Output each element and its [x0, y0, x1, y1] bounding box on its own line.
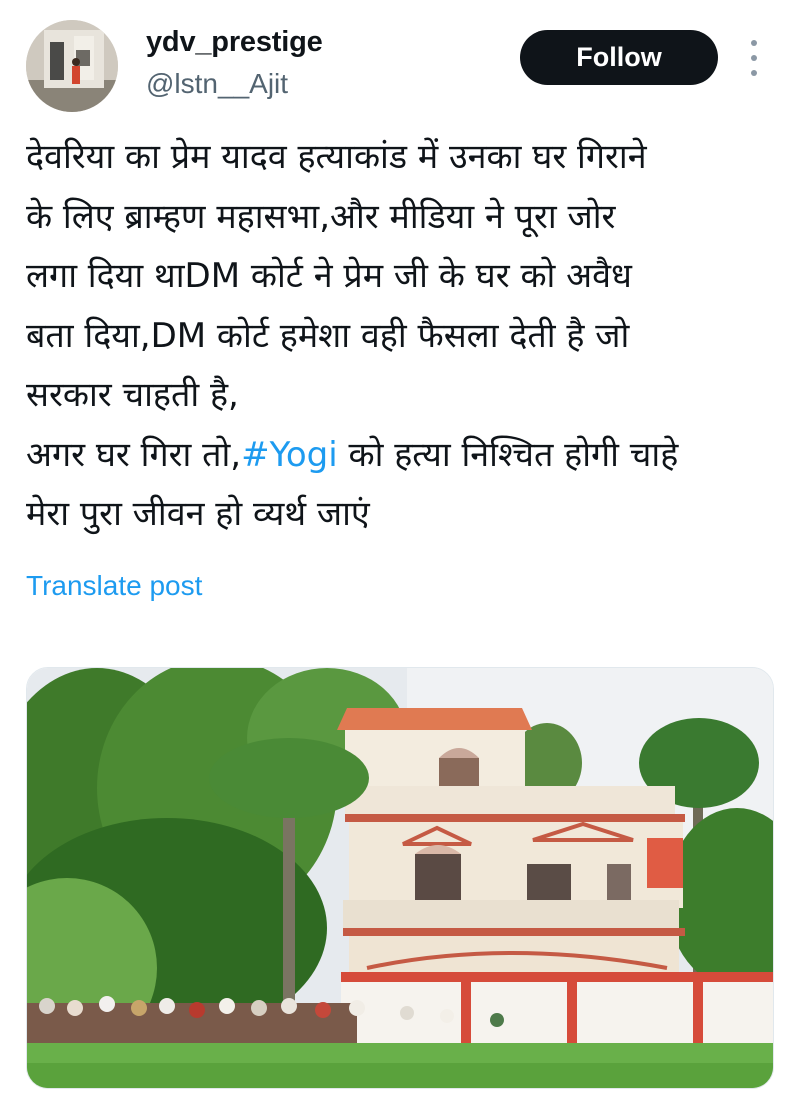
post-line: सरकार चाहती है,	[26, 375, 239, 415]
avatar[interactable]	[26, 20, 118, 112]
dot	[751, 70, 757, 76]
follow-button[interactable]: Follow	[520, 30, 718, 85]
dot	[751, 55, 757, 61]
display-name[interactable]: ydv_prestige	[146, 26, 323, 59]
more-options-icon[interactable]	[742, 40, 766, 76]
post-line: देवरिया का प्रेम यादव हत्याकांड में उनका…	[26, 137, 647, 177]
post-text: देवरिया का प्रेम यादव हत्याकांड में उनका…	[26, 128, 776, 545]
post-line: लगा दिया थाDM कोर्ट ने प्रेम जी के घर को…	[26, 256, 632, 296]
house-photo	[27, 668, 773, 1088]
hashtag-link[interactable]: #Yogi	[241, 435, 338, 475]
post-line: के लिए ब्राम्हण महासभा,और मीडिया ने पूरा…	[26, 196, 616, 237]
post-line: मेरा पुरा जीवन हो व्यर्थ जाएं	[26, 494, 370, 534]
post-header: ydv_prestige @lstn__Ajit Follow	[0, 0, 800, 120]
post-line-segment: को हत्या निश्चित होगी चाहे	[337, 434, 679, 475]
post-line: अगर घर गिरा तो,#Yogi को हत्या निश्चित हो…	[26, 426, 776, 486]
post-line-segment: अगर घर गिरा तो,	[26, 434, 242, 475]
post-image[interactable]	[26, 667, 774, 1089]
post-line: बता दिया,DM कोर्ट हमेशा वही फैसला देती ह…	[26, 315, 630, 356]
dot	[751, 40, 757, 46]
profile-photo-icon	[26, 20, 118, 112]
translate-post-link[interactable]: Translate post	[26, 570, 202, 602]
user-handle[interactable]: @lstn__Ajit	[146, 68, 288, 100]
